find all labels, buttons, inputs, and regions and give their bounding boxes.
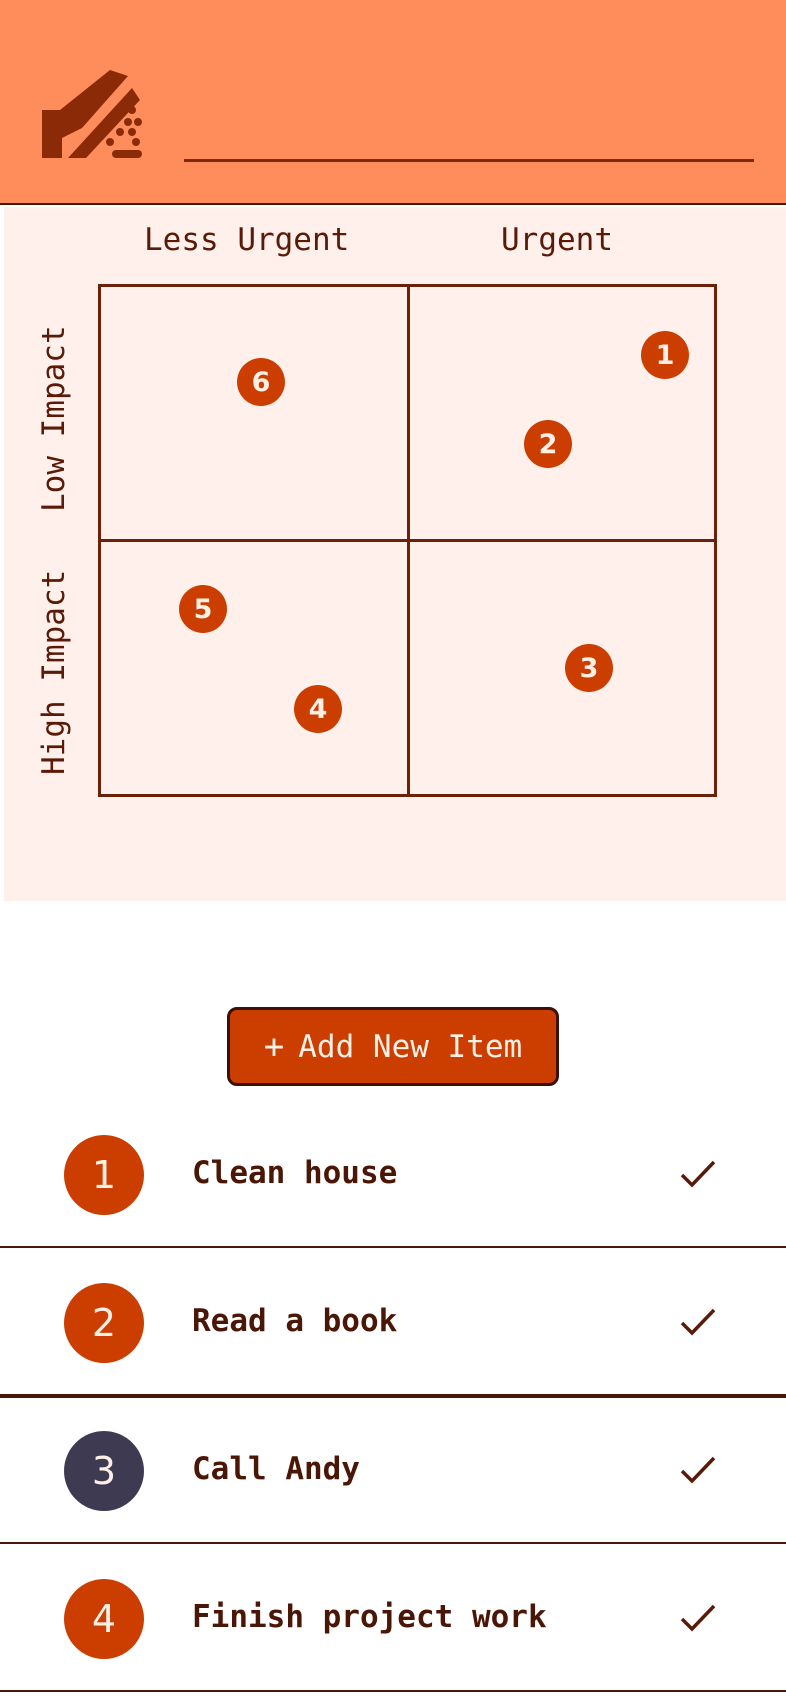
col-label-less-urgent: Less Urgent bbox=[144, 222, 350, 258]
matrix-marker-4[interactable]: 4 bbox=[294, 685, 342, 733]
item-title: Finish project work bbox=[192, 1599, 547, 1635]
list-item[interactable]: 2 Read a book bbox=[0, 1248, 786, 1396]
col-label-urgent: Urgent bbox=[501, 222, 613, 258]
add-new-item-button[interactable]: + Add New Item bbox=[227, 1007, 559, 1086]
matrix-marker-5[interactable]: 5 bbox=[179, 585, 227, 633]
check-icon[interactable] bbox=[678, 1450, 718, 1490]
item-number-badge[interactable]: 4 bbox=[64, 1579, 144, 1659]
pencil-eraser-logo-icon bbox=[42, 70, 142, 158]
plus-icon: + bbox=[263, 1026, 285, 1067]
quadrant-high-impact-urgent bbox=[407, 539, 717, 797]
matrix-marker-3[interactable]: 3 bbox=[565, 644, 613, 692]
quadrant-low-impact-urgent bbox=[407, 284, 717, 542]
matrix-marker-1[interactable]: 1 bbox=[641, 331, 689, 379]
item-number-badge[interactable]: 1 bbox=[64, 1135, 144, 1215]
item-number-badge[interactable]: 3 bbox=[64, 1431, 144, 1511]
list-item[interactable]: 3 Call Andy bbox=[0, 1396, 786, 1544]
item-title: Read a book bbox=[192, 1303, 398, 1339]
quadrant-low-impact-less-urgent bbox=[98, 284, 410, 542]
matrix-marker-2[interactable]: 2 bbox=[524, 420, 572, 468]
item-number-badge[interactable]: 2 bbox=[64, 1283, 144, 1363]
list-item[interactable]: 1 Clean house bbox=[0, 1100, 786, 1248]
quadrant-high-impact-less-urgent bbox=[98, 539, 410, 797]
app-header bbox=[0, 0, 786, 205]
add-new-item-label: Add New Item bbox=[298, 1028, 523, 1065]
check-icon[interactable] bbox=[678, 1302, 718, 1342]
row-label-high-impact: High Impact bbox=[36, 569, 72, 775]
title-input[interactable] bbox=[184, 110, 754, 162]
matrix-marker-6[interactable]: 6 bbox=[237, 358, 285, 406]
item-title: Clean house bbox=[192, 1155, 398, 1191]
check-icon[interactable] bbox=[678, 1154, 718, 1194]
item-title: Call Andy bbox=[192, 1451, 360, 1487]
check-icon[interactable] bbox=[678, 1598, 718, 1638]
row-label-low-impact: Low Impact bbox=[36, 325, 72, 512]
list-item[interactable]: 4 Finish project work bbox=[0, 1544, 786, 1692]
